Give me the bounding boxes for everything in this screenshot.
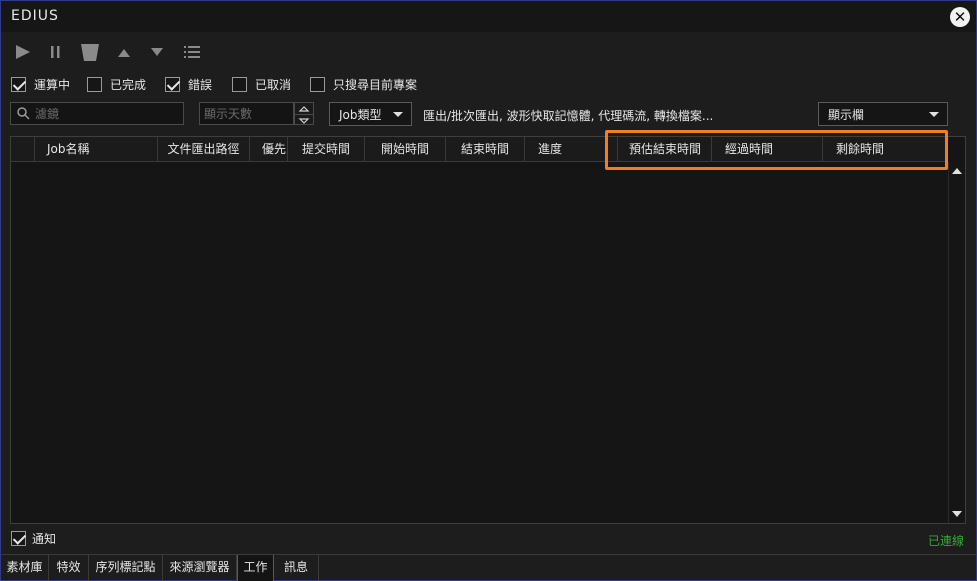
search-input[interactable]: [35, 105, 175, 122]
window-title: EDIUS: [11, 8, 59, 24]
checkbox-label: 只搜尋目前專案: [333, 77, 418, 92]
column-header-export-path[interactable]: 文件匯出路徑: [158, 137, 250, 161]
dropdown-label: Job類型: [339, 107, 382, 122]
stepper-down-button[interactable]: [295, 114, 313, 125]
stepper-up-button[interactable]: [295, 103, 313, 114]
column-header-priority[interactable]: 優先: [250, 137, 288, 161]
status-filters: 運算中 已完成 錯誤 已取消 只搜尋目前專案: [1, 74, 701, 94]
delete-icon[interactable]: [79, 41, 101, 63]
jobs-window: EDIUS ✕ 運算中 已完成 錯誤 已取消 只搜尋目前專案 濾鏡 顯示天數 J…: [0, 0, 977, 581]
tab-messages[interactable]: 訊息: [274, 555, 319, 581]
move-down-icon[interactable]: [146, 41, 168, 63]
highlight-box: [605, 130, 948, 170]
job-type-description: 匯出/批次匯出, 波形快取記憶體, 代理碼流, 轉換檔案...: [423, 109, 714, 123]
days-stepper[interactable]: [294, 102, 314, 125]
search-field[interactable]: [10, 102, 184, 125]
filter-error-checkbox[interactable]: 錯誤: [165, 74, 212, 94]
tab-sequence-markers[interactable]: 序列標記點: [89, 555, 163, 581]
scroll-up-icon[interactable]: [952, 168, 962, 174]
dropdown-label: 顯示欄: [828, 107, 865, 122]
checkbox-label: 錯誤: [188, 77, 213, 92]
job-table: Job名稱 文件匯出路徑 優先 提交時間 開始時間 結束時間 進度 預估結束時間…: [10, 136, 966, 524]
tab-source-browser[interactable]: 來源瀏覽器: [163, 555, 237, 581]
checkbox-box[interactable]: [87, 76, 102, 92]
columns-dropdown[interactable]: 顯示欄: [818, 102, 948, 126]
days-input[interactable]: [204, 105, 289, 122]
pause-icon[interactable]: [45, 41, 67, 63]
checkbox-box[interactable]: [232, 76, 247, 92]
filter-completed-checkbox[interactable]: 已完成: [87, 74, 146, 94]
filter-current-project-checkbox[interactable]: 只搜尋目前專案: [310, 74, 417, 94]
search-icon: [17, 107, 30, 120]
checkbox-box[interactable]: [310, 76, 325, 92]
checkbox-label: 運算中: [34, 77, 71, 92]
close-icon: ✕: [953, 8, 967, 26]
title-bar: EDIUS ✕: [1, 1, 976, 32]
chevron-down-icon: [929, 112, 939, 117]
panel-tabs: 素材庫 特效 序列標記點 來源瀏覽器 工作 訊息: [1, 554, 976, 581]
checkbox-label: 通知: [32, 531, 57, 546]
column-header-job-name[interactable]: Job名稱: [35, 137, 158, 161]
toolbar: [1, 41, 301, 65]
checkbox-box[interactable]: [165, 76, 180, 92]
column-header-select[interactable]: [11, 137, 35, 161]
column-header-submit-time[interactable]: 提交時間: [288, 137, 365, 161]
scroll-down-icon[interactable]: [952, 511, 962, 517]
chevron-down-icon: [393, 112, 403, 117]
column-header-start-time[interactable]: 開始時間: [365, 137, 446, 161]
job-type-dropdown[interactable]: Job類型: [329, 102, 412, 126]
checkbox-label: 已取消: [255, 77, 292, 92]
checkbox-label: 已完成: [110, 77, 147, 92]
checkbox-box[interactable]: [11, 530, 26, 546]
filter-cancelled-checkbox[interactable]: 已取消: [232, 74, 291, 94]
move-up-icon[interactable]: [113, 41, 135, 63]
notify-checkbox[interactable]: 通知: [11, 530, 56, 546]
tab-jobs[interactable]: 工作: [237, 555, 274, 581]
tab-bin[interactable]: 素材庫: [1, 555, 49, 581]
connection-status: 已連線: [927, 534, 964, 548]
close-button[interactable]: ✕: [950, 7, 970, 27]
list-icon[interactable]: [181, 41, 203, 63]
play-icon[interactable]: [12, 41, 34, 63]
days-field[interactable]: [199, 102, 294, 125]
vertical-scrollbar[interactable]: [948, 162, 965, 523]
filter-processing-checkbox[interactable]: 運算中: [11, 74, 70, 94]
column-header-end-time[interactable]: 結束時間: [446, 137, 525, 161]
checkbox-box[interactable]: [11, 76, 26, 92]
tab-effects[interactable]: 特效: [49, 555, 89, 581]
